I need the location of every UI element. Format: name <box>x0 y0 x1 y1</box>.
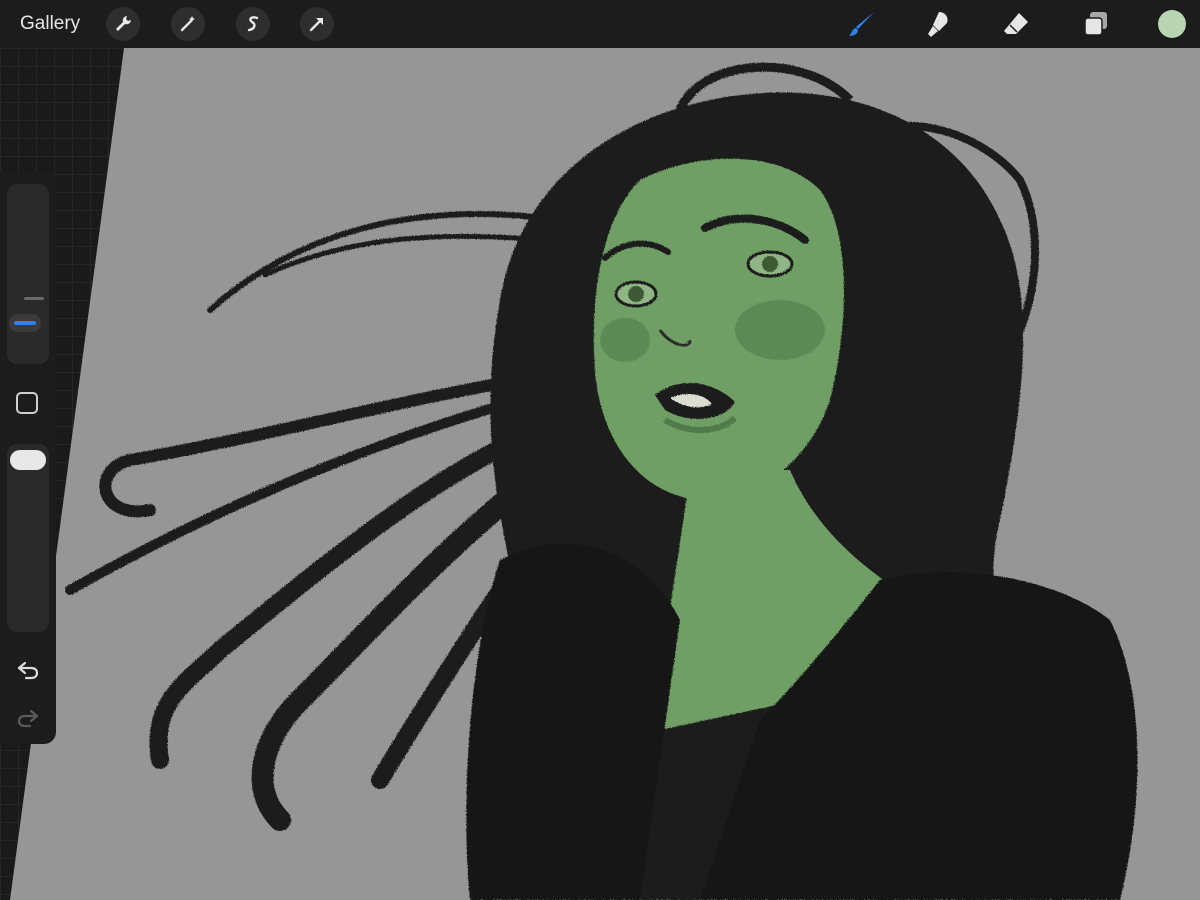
undo-button[interactable] <box>14 656 42 684</box>
undo-icon <box>17 661 39 680</box>
selection-button[interactable] <box>236 7 270 41</box>
brush-size-thumb[interactable] <box>9 314 41 332</box>
eraser-icon <box>1004 13 1028 34</box>
opacity-thumb[interactable] <box>10 450 46 470</box>
size-tick <box>24 297 44 300</box>
color-picker-button[interactable] <box>1158 10 1186 38</box>
cheek-shadow <box>600 318 650 362</box>
eraser-tool-button[interactable] <box>1000 8 1032 40</box>
magic-wand-icon <box>180 16 195 32</box>
wrench-icon <box>116 16 131 31</box>
transform-button[interactable] <box>300 7 334 41</box>
brush-icon <box>849 12 874 36</box>
selection-icon <box>247 16 259 32</box>
layers-button[interactable] <box>1080 8 1112 40</box>
top-toolbar: Gallery <box>0 0 1200 48</box>
adjustments-button[interactable] <box>171 7 205 41</box>
left-sidebar <box>0 172 56 744</box>
redo-icon <box>17 709 39 728</box>
brush-tool-button[interactable] <box>846 8 878 40</box>
opacity-slider[interactable] <box>7 444 49 632</box>
smudge-icon <box>928 12 948 37</box>
layers-icon <box>1084 12 1107 36</box>
redo-button[interactable] <box>14 704 42 732</box>
actions-button[interactable] <box>106 7 140 41</box>
transform-arrow-icon <box>309 18 323 32</box>
cheek-shadow <box>735 300 825 360</box>
brush-size-slider[interactable] <box>7 184 49 364</box>
modify-button[interactable] <box>16 392 38 414</box>
drawing-canvas[interactable] <box>0 48 1200 900</box>
gallery-button[interactable]: Gallery <box>20 13 80 35</box>
smudge-tool-button[interactable] <box>924 8 956 40</box>
